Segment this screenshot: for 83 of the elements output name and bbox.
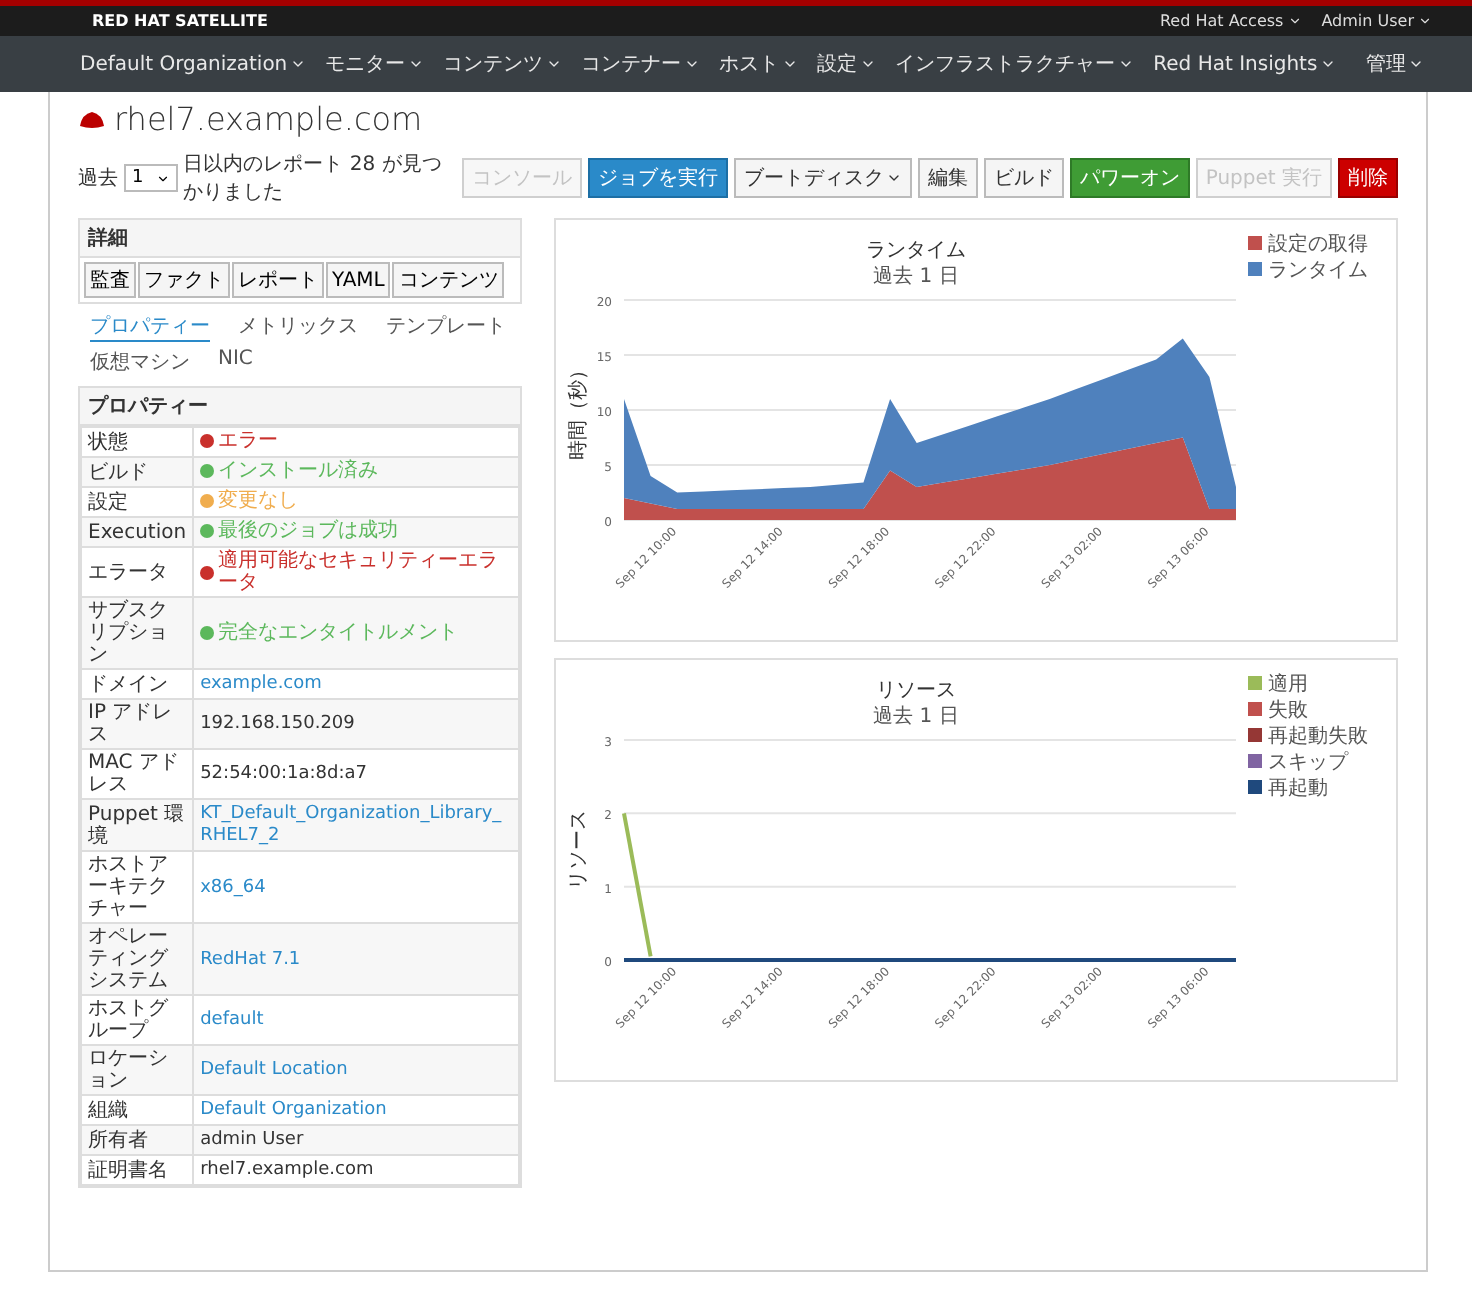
sub-tab[interactable]: プロパティー (90, 312, 210, 342)
chart-title: ランタイム (866, 240, 966, 262)
caret-icon (1408, 56, 1424, 72)
action-button[interactable]: ブートディスク (733, 158, 912, 198)
action-button[interactable]: ビルド (983, 158, 1064, 198)
property-link[interactable]: RedHat 7.1 (200, 949, 301, 971)
property-label: ロケーション (81, 1045, 194, 1095)
property-label: ビルド (81, 457, 194, 487)
legend-label: 再起動失敗 (1268, 726, 1368, 748)
nav-menu-item[interactable]: ホスト (719, 44, 798, 84)
top-menu-link[interactable]: Admin User (1321, 12, 1432, 30)
sub-tab[interactable]: テンプレート (386, 312, 506, 342)
property-label: IP アドレス (81, 699, 194, 749)
details-tab-button[interactable]: ファクト (138, 262, 230, 298)
chart-title: リソース (876, 680, 956, 702)
y-axis-label: リソース (568, 810, 590, 890)
status-value: エラー (200, 430, 279, 452)
caret-icon (289, 56, 306, 72)
legend-label: 再起動 (1268, 778, 1328, 800)
nav-menu-item[interactable]: インフラストラクチャー (895, 44, 1134, 84)
caret-icon (1418, 14, 1432, 28)
nav-menu-item[interactable]: Red Hat Insights (1153, 44, 1336, 84)
chart-subtitle: 過去 1 日 (873, 706, 959, 728)
panel-heading: 詳細 (80, 220, 520, 258)
chart-subtitle: 過去 1 日 (873, 266, 959, 288)
panel-heading: プロパティー (80, 388, 520, 426)
y-axis-label: 時間（秒） (568, 360, 590, 460)
caret-icon (683, 56, 700, 72)
legend-label: ランタイム (1268, 260, 1368, 282)
sub-tab[interactable]: 仮想マシン (90, 348, 190, 378)
property-label: 証明書名 (81, 1155, 194, 1185)
status-value: 適用可能なセキュリティーエラータ (200, 550, 512, 594)
property-label: サブスクリプション (81, 597, 194, 669)
caret-icon (407, 56, 424, 72)
property-label: 状態 (81, 427, 194, 457)
report-count-text: 日以内のレポート 28 が見つかりました (183, 151, 444, 206)
status-value: インストール済み (200, 460, 379, 482)
status-value: 最後のジョブは成功 (200, 520, 399, 542)
property-link[interactable]: x86_64 (200, 877, 266, 899)
property-value: 192.168.150.209 (200, 714, 355, 736)
caret-icon (859, 56, 876, 72)
hat-icon (78, 109, 106, 129)
details-tab-button[interactable]: コンテンツ (392, 262, 505, 298)
nav-menu-item[interactable]: モニター (325, 44, 424, 84)
brand-logo: RED HAT SATELLITE (92, 12, 268, 30)
property-label: 所有者 (81, 1125, 194, 1155)
caret-icon (1287, 14, 1302, 28)
days-select[interactable]: 1 (124, 164, 178, 192)
top-menu-link[interactable]: Red Hat Access (1159, 12, 1302, 30)
nav-menu-item[interactable]: コンテンツ (443, 44, 562, 84)
property-link[interactable]: Default Location (200, 1060, 348, 1082)
details-tab-button[interactable]: 監査 (84, 262, 136, 298)
caret-icon (781, 56, 798, 72)
property-label: Puppet 環境 (81, 799, 194, 851)
status-value: 変更なし (200, 490, 299, 512)
legend-label: 適用 (1268, 674, 1308, 696)
details-tab-button[interactable]: YAML (326, 262, 391, 298)
legend-label: スキップ (1268, 752, 1348, 774)
property-value: rhel7.example.com (200, 1160, 374, 1182)
property-link[interactable]: default (200, 1010, 264, 1032)
legend-label: 設定の取得 (1268, 234, 1368, 256)
caret-icon (545, 56, 562, 72)
sub-tab[interactable]: メトリックス (238, 312, 358, 342)
legend-label: 失敗 (1268, 700, 1308, 722)
property-label: オペレーティングシステム (81, 923, 194, 995)
nav-menu-item[interactable]: Default Organization (80, 44, 306, 84)
sub-tab[interactable]: NIC (218, 348, 253, 378)
nav-menu-item[interactable]: コンテナー (581, 44, 700, 84)
nav-menu-item[interactable]: 設定 (817, 44, 876, 84)
property-value: admin User (200, 1130, 304, 1152)
caret-icon (1117, 56, 1134, 72)
caret-icon (1319, 56, 1336, 72)
status-value: 完全なエンタイトルメント (200, 621, 459, 643)
caret-icon (155, 171, 170, 185)
host-title: rhel7.example.com (114, 100, 423, 138)
action-button[interactable]: 編集 (917, 158, 978, 198)
details-tab-button[interactable]: レポート (232, 262, 324, 298)
action-button[interactable]: ジョブを実行 (587, 158, 728, 198)
property-value: 52:54:00:1a:8d:a7 (200, 764, 368, 786)
filter-label: 過去 (78, 165, 118, 192)
action-button[interactable]: 削除 (1338, 158, 1398, 198)
nav-menu-item[interactable]: 管理 (1366, 44, 1424, 84)
property-label: Execution (81, 517, 194, 547)
